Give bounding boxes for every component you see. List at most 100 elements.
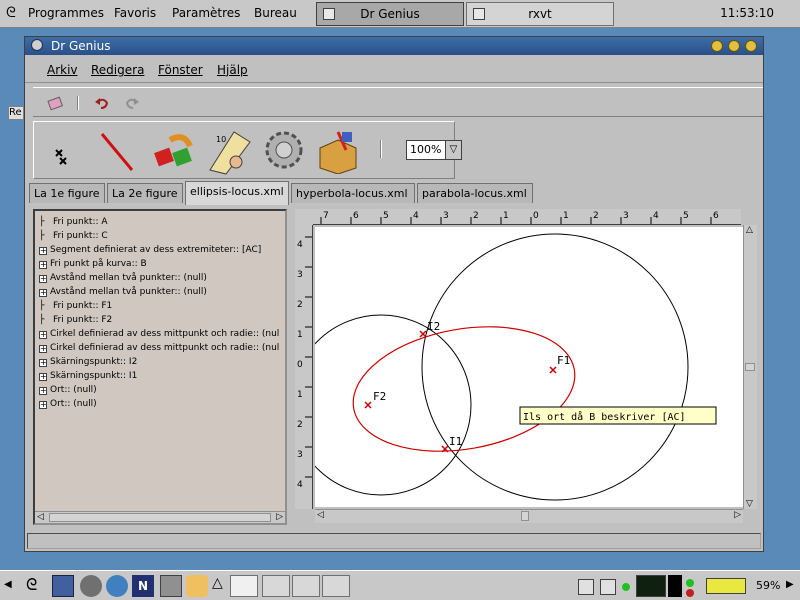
menu-hjalp[interactable]: Hjälp (217, 63, 248, 77)
tab-hyperbola-locus[interactable]: hyperbola-locus.xml (291, 183, 415, 203)
drawing-area[interactable]: F1 F2 I2 I1 Ils ort då B beskriver [AC] (315, 227, 743, 507)
tree-item[interactable]: + Segment definierat av dess extremiteter… (39, 245, 261, 255)
arrow-up-icon[interactable]: △ (746, 225, 753, 235)
pager-desktop-4[interactable] (322, 575, 350, 597)
tree-item-label: Fri punkt på kurva:: B (50, 259, 147, 269)
dr-genius-window: Dr Genius Arkiv Redigera Fönster Hjälp 1… (24, 36, 764, 552)
tree-item[interactable]: ├ Fri punkt:: C (39, 231, 108, 241)
tab-la-2e-figure[interactable]: La 2e figure (107, 183, 183, 203)
arrow-right-icon[interactable]: ▷ (734, 510, 741, 520)
svg-text:F1: F1 (557, 354, 570, 367)
canvas-vertical-scrollbar[interactable]: △ ▽ (743, 225, 757, 509)
panel-arrow-right-icon[interactable]: ▶ (786, 579, 794, 590)
task-dr-genius[interactable]: Dr Genius (316, 2, 464, 26)
menu-fonster[interactable]: Fönster (158, 63, 203, 77)
arrow-down-icon[interactable]: ▽ (746, 499, 753, 509)
expander-plus-icon[interactable]: + (39, 289, 47, 297)
canvas-horizontal-scrollbar[interactable]: ◁ ▷ (315, 509, 743, 523)
globe-icon[interactable] (106, 575, 128, 597)
expander-plus-icon[interactable]: + (39, 401, 47, 409)
macro-gear-icon[interactable] (260, 126, 308, 174)
tree-item[interactable]: + Skärningspunkt:: I1 (39, 371, 137, 381)
tree-item-label: Cirkel definierad av dess mittpunkt och … (50, 329, 280, 339)
panel-menu-bureau[interactable]: Bureau (254, 6, 297, 20)
tree-item[interactable]: + Skärningspunkt:: I2 (39, 357, 137, 367)
expander-plus-icon[interactable]: + (39, 373, 47, 381)
object-tree: ├ Fri punkt:: A├ Fri punkt:: C+ Segment def… (33, 209, 287, 525)
maximize-button[interactable] (728, 40, 740, 52)
tree-item[interactable]: ├ Fri punkt:: F2 (39, 315, 112, 325)
netscape-icon[interactable]: N (132, 575, 154, 597)
tree-item[interactable]: + Fri punkt på kurva:: B (39, 259, 147, 269)
titlebar[interactable]: Dr Genius (25, 37, 763, 55)
ruler-tick-label: 7 (323, 211, 329, 221)
pager-desktop-2[interactable] (262, 575, 290, 597)
segment-tool-icon[interactable] (96, 128, 138, 174)
chevron-down-icon[interactable]: ▽ (445, 141, 461, 159)
menu-redigera[interactable]: Redigera (91, 63, 144, 77)
gnome-foot-icon[interactable]: ᘓ (6, 5, 16, 21)
tree-horizontal-scrollbar[interactable]: ◁ ▷ (35, 511, 285, 523)
measure-tool-icon[interactable]: 10 (206, 126, 254, 176)
undo-icon[interactable] (93, 94, 111, 112)
monitor-icon[interactable] (52, 575, 74, 597)
tree-item[interactable]: ├ Fri punkt:: A (39, 217, 108, 227)
tree-item[interactable]: + Cirkel definierad av dess mittpunkt och… (39, 329, 279, 339)
scroll-thumb[interactable] (49, 513, 271, 522)
expander-plus-icon[interactable]: + (39, 331, 47, 339)
transformation-tool-icon[interactable] (150, 128, 198, 174)
circle-f2[interactable] (315, 314, 472, 496)
zoom-select[interactable]: 100% ▽ (406, 140, 462, 160)
ruler-tick-label: 0 (297, 360, 303, 370)
tree-item[interactable]: ├ Fri punkt:: F1 (39, 301, 112, 311)
minimize-button[interactable] (711, 40, 723, 52)
window-menu-icon[interactable] (31, 39, 43, 51)
expander-plus-icon[interactable]: + (39, 345, 47, 353)
arrow-left-icon[interactable]: ◁ (317, 510, 324, 520)
tree-item[interactable]: + Ort:: (null) (39, 399, 97, 409)
ruler-tick-label: 2 (297, 420, 303, 430)
point-f2[interactable]: F2 (364, 390, 386, 409)
scroll-thumb[interactable] (521, 511, 529, 521)
redo-icon[interactable] (123, 94, 141, 112)
hand-icon[interactable] (186, 575, 208, 597)
tab-ellipsis-locus[interactable]: ellipsis-locus.xml (185, 181, 289, 205)
pager-desktop-1[interactable] (230, 575, 258, 597)
ruler-tick-label: 0 (533, 211, 539, 221)
panel-menu-favoris[interactable]: Favoris (114, 6, 156, 20)
eraser-icon[interactable] (47, 94, 65, 112)
ellipse-locus[interactable] (343, 310, 584, 467)
tree-item[interactable]: + Cirkel definierad av dess mittpunkt och… (39, 343, 279, 353)
gimp-icon[interactable] (80, 575, 102, 597)
expander-plus-icon[interactable]: + (39, 261, 47, 269)
menu-arkiv[interactable]: Arkiv (47, 63, 78, 77)
gnome-foot-icon[interactable]: ᘓ (26, 575, 48, 597)
printer-icon[interactable] (160, 575, 182, 597)
pager-desktop-3[interactable] (292, 575, 320, 597)
panel-arrow-left-icon[interactable]: ◀ (4, 579, 12, 590)
scroll-thumb[interactable] (745, 363, 755, 371)
panel-menu-programmes[interactable]: Programmes (28, 6, 104, 20)
window-list-icon[interactable] (578, 579, 594, 595)
task-rxvt[interactable]: rxvt (466, 2, 614, 26)
arrow-left-icon[interactable]: ◁ (37, 512, 44, 522)
script-box-icon[interactable] (314, 126, 362, 174)
tree-item[interactable]: + Ort:: (null) (39, 385, 97, 395)
tab-parabola-locus[interactable]: parabola-locus.xml (417, 183, 533, 203)
window-list-icon[interactable] (600, 579, 616, 595)
tree-item[interactable]: + Avstånd mellan två punkter:: (null) (39, 287, 207, 297)
expander-plus-icon[interactable]: + (39, 387, 47, 395)
expander-plus-icon[interactable]: + (39, 359, 47, 367)
close-button[interactable] (745, 40, 757, 52)
panel-menu-parametres[interactable]: Paramètres (172, 6, 240, 20)
tree-item[interactable]: + Avstånd mellan två punkter:: (null) (39, 273, 207, 283)
desktop-window-tag[interactable]: Re (8, 106, 24, 120)
point-tool-icon[interactable] (50, 144, 74, 168)
tree-item-label: Fri punkt:: F1 (53, 301, 113, 311)
expander-plus-icon[interactable]: + (39, 247, 47, 255)
tree-item-label: Ort:: (null) (50, 385, 97, 395)
point-f1[interactable]: F1 (549, 354, 570, 374)
tab-la-1e-figure[interactable]: La 1e figure (29, 183, 105, 203)
expander-plus-icon[interactable]: + (39, 275, 47, 283)
arrow-right-icon[interactable]: ▷ (276, 512, 283, 522)
